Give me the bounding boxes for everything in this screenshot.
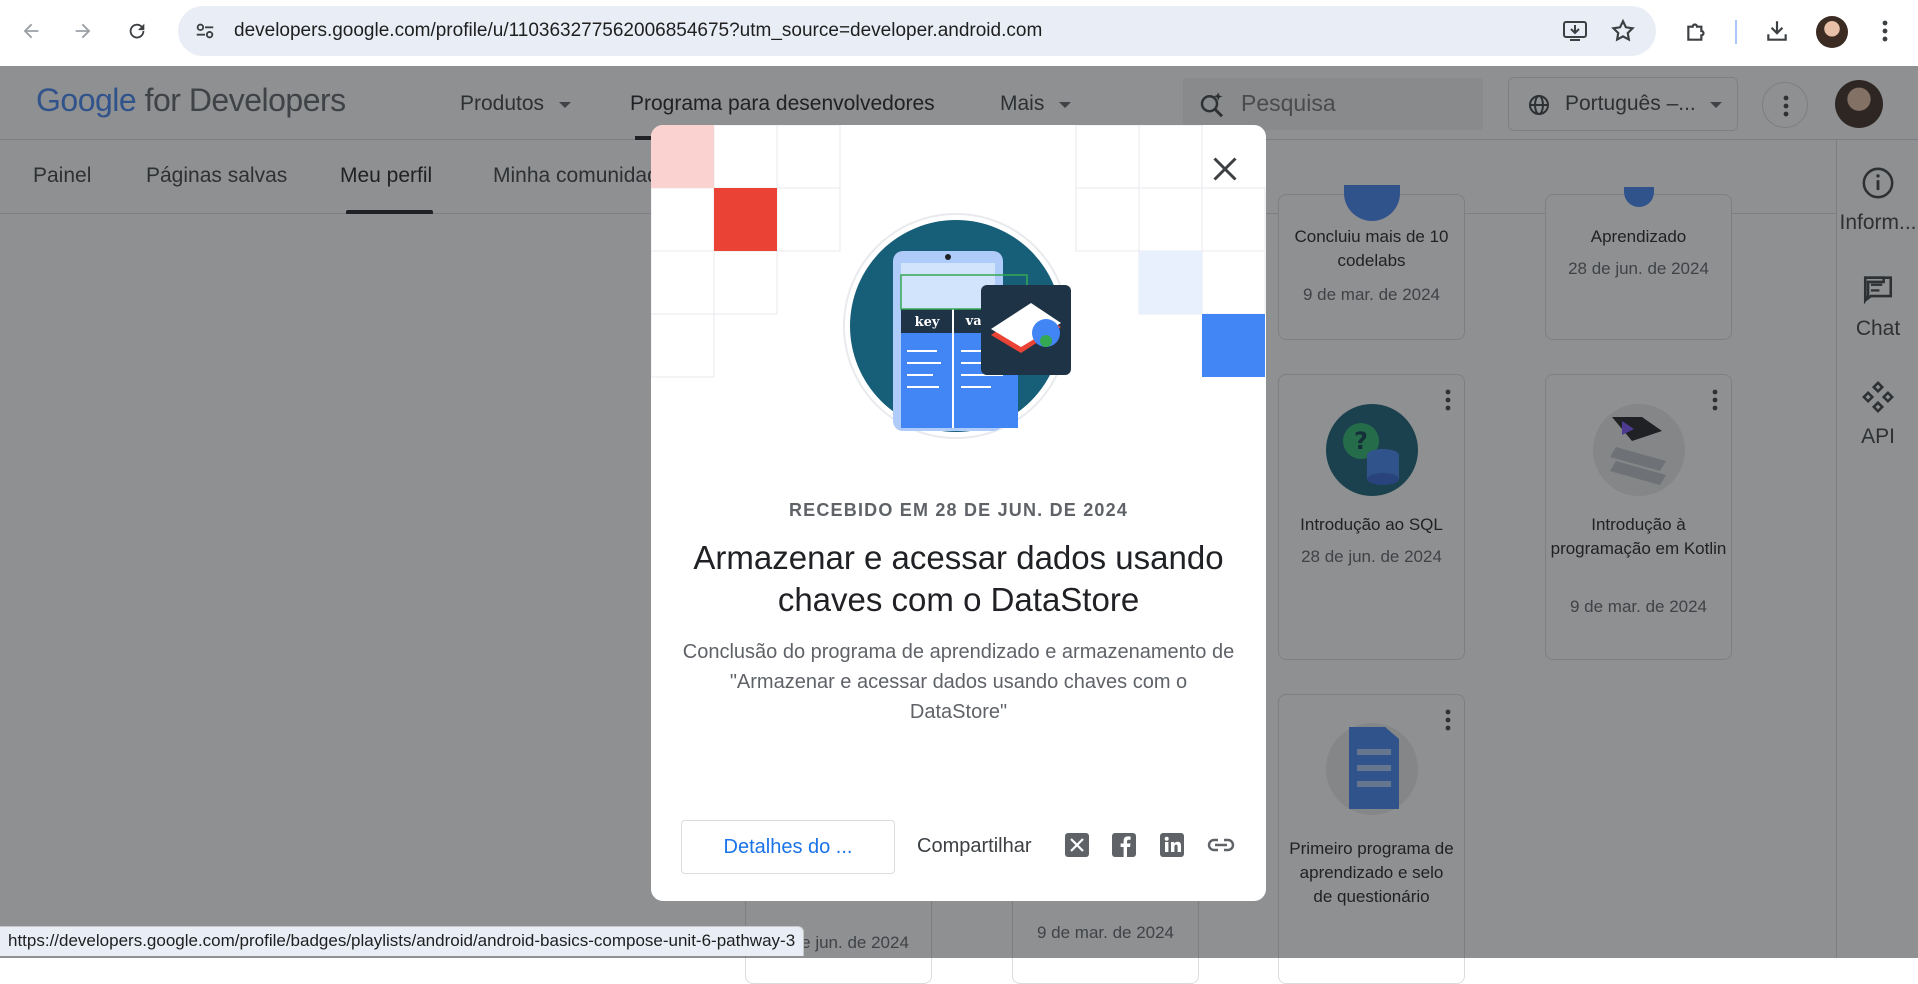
- forward-button[interactable]: [64, 12, 102, 50]
- url-text[interactable]: developers.google.com/profile/u/11036327…: [234, 20, 1042, 42]
- back-arrow-icon: [23, 23, 39, 39]
- reload-icon: [129, 23, 145, 39]
- address-bar[interactable]: developers.google.com/profile/u/11036327…: [178, 6, 1656, 56]
- install-app-icon[interactable]: [1562, 19, 1588, 43]
- illustration-key-label: key: [915, 315, 940, 330]
- share-label: Compartilhar: [917, 835, 1032, 857]
- bookmark-star-icon[interactable]: [1610, 18, 1636, 44]
- x-twitter-icon[interactable]: [1063, 831, 1091, 859]
- linkedin-icon[interactable]: [1158, 831, 1186, 859]
- close-icon: [1213, 157, 1237, 181]
- badge-title: Armazenar e acessar dados usando chaves …: [693, 539, 1224, 618]
- forward-arrow-icon: [75, 23, 91, 39]
- site-settings-icon[interactable]: [194, 20, 216, 42]
- received-date: RECEBIDO EM 28 DE JUN. DE 2024: [788, 500, 1129, 520]
- extensions-icon[interactable]: [1680, 14, 1714, 48]
- datastore-badge-illustration: key value: [843, 213, 1071, 439]
- close-button[interactable]: [1207, 151, 1243, 187]
- downloads-icon[interactable]: [1760, 14, 1794, 48]
- badge-description: Conclusão do programa de aprendizado e a…: [682, 641, 1235, 723]
- badge-dialog: key value RECEBIDO EM 28 DE JUN. DE 2024…: [651, 125, 1266, 901]
- toolbar-divider: [1735, 20, 1737, 44]
- back-button[interactable]: [12, 12, 50, 50]
- details-button[interactable]: Detalhes do ...: [681, 820, 895, 874]
- facebook-icon[interactable]: [1110, 831, 1138, 859]
- browser-profile-avatar[interactable]: [1816, 16, 1848, 48]
- link-status-bar: https://developers.google.com/profile/ba…: [0, 926, 805, 956]
- browser-menu-icon[interactable]: [1868, 14, 1902, 48]
- copy-link-icon[interactable]: [1205, 831, 1237, 859]
- browser-toolbar: developers.google.com/profile/u/11036327…: [0, 0, 1918, 66]
- reload-button[interactable]: [118, 12, 156, 50]
